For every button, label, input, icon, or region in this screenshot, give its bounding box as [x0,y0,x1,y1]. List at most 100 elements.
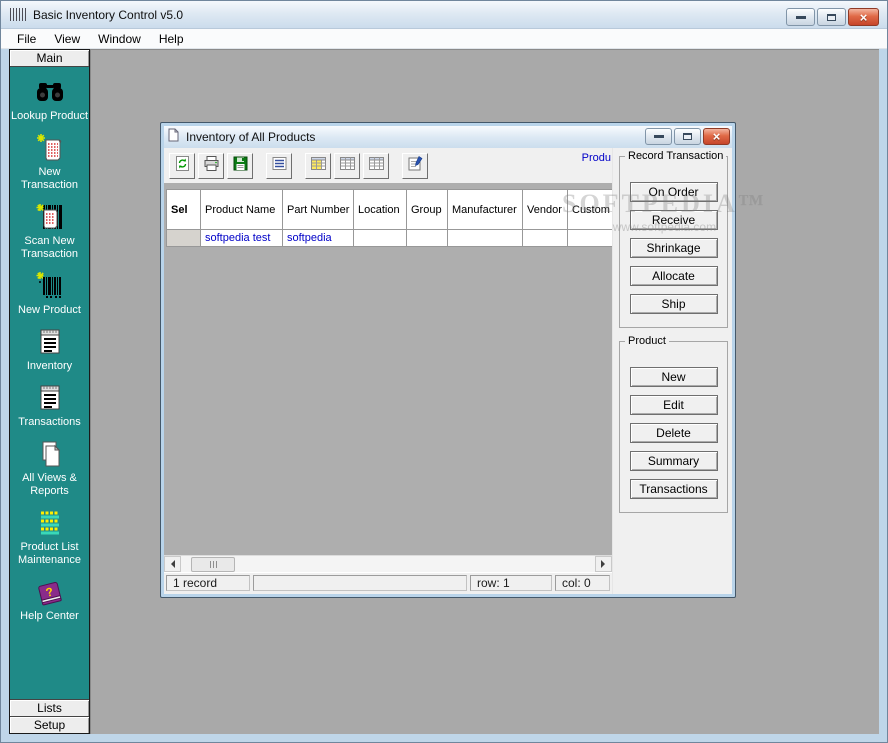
sidebar-item-label: Product List Maintenance [18,541,81,567]
scroll-right-button[interactable] [595,556,612,572]
app-title: Basic Inventory Control v5.0 [33,8,183,22]
child-minimize-button[interactable] [645,128,672,145]
child-window-title: Inventory of All Products [186,130,315,144]
status-message [253,575,467,591]
menu-bar: File View Window Help [1,29,887,49]
cell-location[interactable] [354,230,407,247]
inventory-child-window: Inventory of All Products × [160,122,736,598]
col-header-group[interactable]: Group [407,189,448,230]
print-icon [203,155,220,177]
barcode-icon [34,270,66,302]
sidebar-item-product-list-maintenance[interactable]: Product List Maintenance [10,507,89,567]
notepad-icon [34,382,66,414]
grid-highlight-button[interactable] [305,153,331,179]
save-icon [232,155,249,177]
menu-window[interactable]: Window [89,30,150,48]
sidebar-item-new-transaction[interactable]: New Transaction [10,132,89,192]
print-button[interactable] [198,153,224,179]
cell-manufacturer[interactable] [448,230,523,247]
menu-file[interactable]: File [8,30,45,48]
on-order-button[interactable]: On Order [630,182,718,202]
grid-icon [339,155,356,177]
barcode-app-icon [10,8,26,21]
products-link[interactable]: Produ [582,152,611,164]
properties-icon [407,155,424,177]
striped-list-icon [34,507,66,539]
sidebar-tab-lists[interactable]: Lists [10,699,89,716]
product-group: Product New Edit Delete Summary Transact… [619,341,728,513]
sidebar-item-new-product[interactable]: New Product [10,270,89,317]
table-row[interactable]: softpedia test softpedia [166,230,612,247]
row-selector-cell[interactable] [166,230,201,247]
sidebar-item-all-views-reports[interactable]: All Views & Reports [10,438,89,498]
properties-button[interactable] [402,153,428,179]
sidebar-item-lookup-product[interactable]: Lookup Product [10,76,89,123]
sidebar-item-inventory[interactable]: Inventory [10,326,89,373]
sidebar-tab-setup[interactable]: Setup [10,716,89,733]
action-panel: Record Transaction On Order Receive Shri… [612,148,732,594]
maximize-icon [683,133,692,140]
scrollbar-thumb[interactable] [191,557,235,572]
col-header-sel[interactable]: Sel [166,189,201,230]
cell-group[interactable] [407,230,448,247]
list-view-button[interactable] [266,153,292,179]
cell-customer[interactable] [568,230,612,247]
sidebar-item-label: Lookup Product [11,110,88,123]
grid-highlight-icon [310,155,327,177]
app-titlebar[interactable]: Basic Inventory Control v5.0 × [1,1,887,29]
status-record-count: 1 record [166,575,250,591]
documents-icon [34,438,66,470]
cell-part-number[interactable]: softpedia [283,230,354,247]
binoculars-icon [34,76,66,108]
allocate-button[interactable]: Allocate [630,266,718,286]
refresh-button[interactable] [169,153,195,179]
receipt-new-icon [34,132,66,164]
col-header-location[interactable]: Location [354,189,407,230]
status-col: col: 0 [555,575,610,591]
ship-button[interactable]: Ship [630,294,718,314]
child-toolbar: Produ [164,148,612,183]
new-product-button[interactable]: New [630,367,718,387]
group-title: Record Transaction [625,150,726,162]
sidebar-items: Lookup Product New Transaction Scan New … [10,67,89,699]
transactions-button[interactable]: Transactions [630,479,718,499]
cell-product-name[interactable]: softpedia test [201,230,283,247]
sidebar-tab-main[interactable]: Main [10,50,89,67]
col-header-customer[interactable]: Custom [568,189,612,230]
edit-product-button[interactable]: Edit [630,395,718,415]
shrinkage-button[interactable]: Shrinkage [630,238,718,258]
receive-button[interactable]: Receive [630,210,718,230]
maximize-icon [827,14,836,21]
maximize-button[interactable] [817,8,846,26]
save-button[interactable] [227,153,253,179]
horizontal-scrollbar[interactable] [164,555,612,572]
menu-help[interactable]: Help [150,30,193,48]
delete-product-button[interactable]: Delete [630,423,718,443]
child-titlebar[interactable]: Inventory of All Products × [164,126,732,148]
cell-vendor[interactable] [523,230,568,247]
document-icon [167,128,180,147]
col-header-vendor[interactable]: Vendor [523,189,568,230]
app-window: Basic Inventory Control v5.0 × File View… [0,0,888,743]
col-header-product-name[interactable]: Product Name [201,189,283,230]
minimize-icon [796,16,806,19]
close-button[interactable]: × [848,8,879,26]
sidebar-item-help-center[interactable]: ? Help Center [10,576,89,623]
summary-button[interactable]: Summary [630,451,718,471]
sidebar-item-transactions[interactable]: Transactions [10,382,89,429]
child-close-button[interactable]: × [703,128,730,145]
col-header-manufacturer[interactable]: Manufacturer [448,189,523,230]
receipt-scan-icon [34,201,66,233]
sidebar: Main Lookup Product New Transaction [9,49,90,734]
sidebar-item-scan-new-transaction[interactable]: Scan New Transaction [10,201,89,261]
menu-view[interactable]: View [45,30,89,48]
grid-button[interactable] [334,153,360,179]
scroll-left-button[interactable] [164,556,181,572]
grid-alt-button[interactable] [363,153,389,179]
minimize-button[interactable] [786,8,815,26]
col-header-part-number[interactable]: Part Number [283,189,354,230]
sidebar-item-label: Transactions [18,416,81,429]
child-maximize-button[interactable] [674,128,701,145]
group-title: Product [625,335,669,347]
minimize-icon [654,135,664,138]
